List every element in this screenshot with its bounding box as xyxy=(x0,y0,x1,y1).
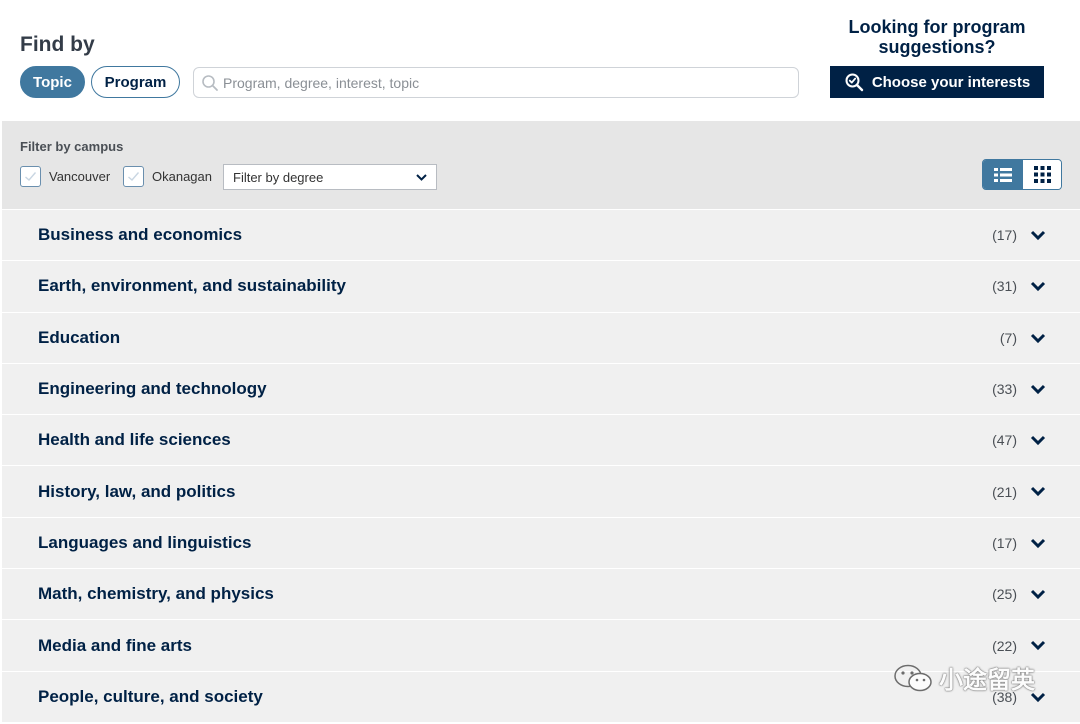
topic-name: Earth, environment, and sustainability xyxy=(38,276,346,296)
grid-view-icon xyxy=(1033,166,1051,183)
filter-campus-label: Filter by campus xyxy=(20,139,124,154)
search-input[interactable] xyxy=(223,74,783,91)
choose-interests-label: Choose your interests xyxy=(871,73,1031,91)
okanagan-label[interactable]: Okanagan xyxy=(152,169,212,184)
topic-row[interactable]: Business and economics (17) xyxy=(2,209,1080,261)
topic-row[interactable]: Languages and linguistics (17) xyxy=(2,516,1080,569)
wechat-icon xyxy=(894,664,932,691)
topic-count: (31) xyxy=(992,278,1017,295)
topic-row[interactable]: Earth, environment, and sustainability (… xyxy=(2,260,1080,312)
filter-panel: Filter by campus Vancouver Okanagan Filt… xyxy=(2,121,1080,209)
topic-row[interactable]: Math, chemistry, and physics (25) xyxy=(2,568,1080,620)
topic-row[interactable]: Engineering and technology (33) xyxy=(2,362,1080,415)
list-view-button[interactable] xyxy=(983,160,1022,189)
topic-row[interactable]: Health and life sciences (47) xyxy=(2,414,1080,466)
topic-count: (47) xyxy=(992,432,1017,449)
search-box[interactable] xyxy=(193,67,799,98)
vancouver-checkbox[interactable] xyxy=(20,166,41,187)
topic-count: (17) xyxy=(992,534,1017,551)
view-toggle xyxy=(982,159,1062,190)
topic-row[interactable]: Education (7) xyxy=(2,311,1080,363)
vancouver-label[interactable]: Vancouver xyxy=(49,169,110,184)
topic-list: Business and economics (17) Earth, envir… xyxy=(2,209,1080,722)
find-by-title: Find by xyxy=(20,33,95,56)
list-view-icon xyxy=(993,167,1012,182)
choose-interests-button[interactable]: Choose your interests xyxy=(830,66,1044,98)
check-icon xyxy=(128,172,140,181)
topic-count: (25) xyxy=(992,586,1017,603)
topic-name: Health and life sciences xyxy=(38,430,231,450)
topic-name: Math, chemistry, and physics xyxy=(38,584,274,604)
topic-name: Media and fine arts xyxy=(38,635,192,655)
suggestions-line-1: Looking for program xyxy=(848,17,1026,37)
topic-name: History, law, and politics xyxy=(38,481,236,501)
chevron-down-icon[interactable] xyxy=(1030,434,1046,446)
search-check-icon xyxy=(845,73,864,92)
chevron-down-icon[interactable] xyxy=(1030,280,1046,292)
topic-name: Engineering and technology xyxy=(38,379,267,399)
header: Find by Topic Program Looking for progra… xyxy=(0,0,1080,121)
chevron-down-icon[interactable] xyxy=(1030,229,1046,241)
topic-row[interactable]: History, law, and politics (21) xyxy=(2,465,1080,517)
chevron-down-icon[interactable] xyxy=(1030,383,1046,395)
chevron-down-icon xyxy=(416,174,427,181)
chevron-down-icon[interactable] xyxy=(1030,537,1046,549)
topic-count: (7) xyxy=(999,329,1017,346)
chevron-down-icon[interactable] xyxy=(1030,332,1046,344)
search-icon xyxy=(202,74,218,91)
topic-count: (33) xyxy=(992,381,1017,398)
suggestions-line-2: suggestions? xyxy=(878,37,996,57)
suggestions-heading: Looking for program suggestions? xyxy=(830,17,1044,57)
grid-view-button[interactable] xyxy=(1022,160,1061,189)
watermark: 小途留英 xyxy=(893,660,1035,695)
okanagan-checkbox[interactable] xyxy=(123,166,144,187)
degree-select-value: Filter by degree xyxy=(233,169,324,185)
topic-name: Education xyxy=(38,327,121,347)
tab-program[interactable]: Program xyxy=(91,66,180,98)
chevron-down-icon[interactable] xyxy=(1030,485,1046,497)
chevron-down-icon[interactable] xyxy=(1030,588,1046,600)
degree-select[interactable]: Filter by degree xyxy=(223,164,437,190)
tab-topic[interactable]: Topic xyxy=(20,66,85,98)
topic-name: Business and economics xyxy=(38,225,243,245)
check-icon xyxy=(25,172,37,181)
topic-name: People, culture, and society xyxy=(38,686,263,706)
topic-count: (22) xyxy=(992,637,1017,654)
chevron-down-icon[interactable] xyxy=(1030,639,1046,651)
topic-name: Languages and linguistics xyxy=(38,532,252,552)
topic-count: (17) xyxy=(992,227,1017,244)
watermark-text: 小途留英 xyxy=(939,667,1035,694)
topic-count: (21) xyxy=(992,483,1017,500)
